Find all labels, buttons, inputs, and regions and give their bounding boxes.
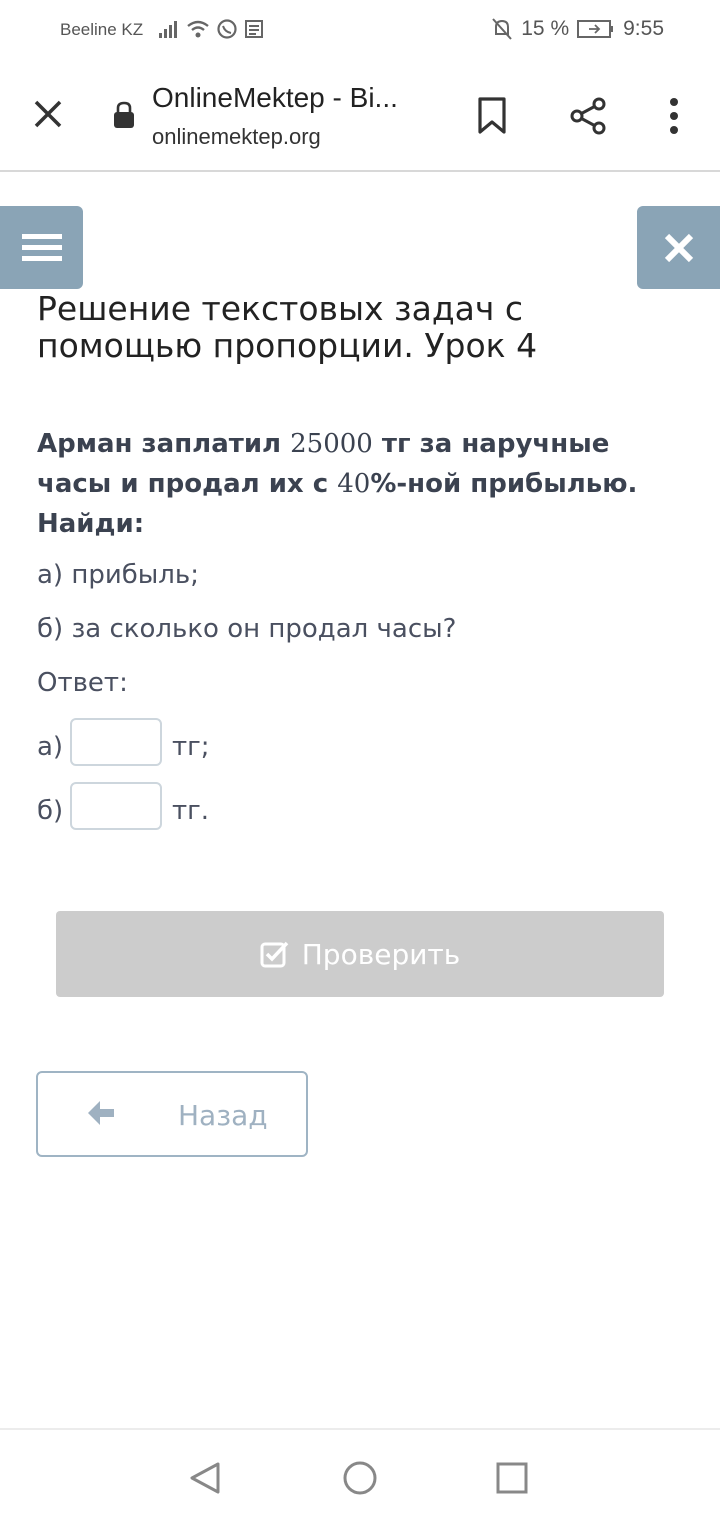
- task-item-b: б) за сколько он продал часы?: [37, 614, 457, 644]
- signal-icon: [159, 21, 177, 38]
- arrow-left-icon: [88, 1101, 114, 1125]
- nav-back-icon[interactable]: [186, 1458, 226, 1498]
- close-tab-button[interactable]: [28, 94, 68, 134]
- status-icons-left: [158, 18, 264, 40]
- check-button-label: Проверить: [301, 937, 461, 971]
- checkbox-check-icon: [260, 941, 289, 968]
- hamburger-icon: [21, 233, 62, 261]
- nav-recents-icon[interactable]: [492, 1458, 532, 1498]
- more-options-button[interactable]: [650, 92, 698, 140]
- answer-a-input[interactable]: [70, 718, 162, 766]
- wifi-icon: [187, 20, 209, 38]
- answer-a-unit: тг;: [172, 732, 210, 762]
- whatsapp-icon: [217, 19, 237, 39]
- page-url[interactable]: onlinemektep.org: [152, 124, 321, 150]
- back-button-label: Назад: [178, 1099, 268, 1132]
- close-icon: [34, 100, 62, 128]
- answer-b-input[interactable]: [70, 782, 162, 830]
- browser-toolbar: OnlineMektep - Bi... onlinemektep.org: [0, 62, 720, 172]
- close-icon: [664, 233, 693, 262]
- answer-label: Ответ:: [37, 668, 128, 698]
- battery-icon: [577, 20, 614, 38]
- lock-icon: [114, 101, 134, 128]
- status-bar: Beeline KZ 15 % 9:55: [0, 0, 720, 62]
- news-icon: [245, 20, 263, 38]
- share-icon: [570, 97, 606, 135]
- page-title: OnlineMektep - Bi...: [152, 82, 398, 113]
- bookmark-button[interactable]: [468, 92, 516, 140]
- status-icons-right: 15 % 9:55: [491, 17, 664, 41]
- more-vert-icon: [670, 98, 678, 134]
- bookmark-icon: [478, 97, 506, 134]
- share-button[interactable]: [564, 92, 612, 140]
- task-text-1: Арман заплатил: [37, 429, 291, 459]
- system-nav-bar: [0, 1428, 720, 1520]
- task-statement: Арман заплатил 25000 тг за наручные часы…: [37, 424, 677, 544]
- answer-a-prefix: а): [37, 732, 64, 762]
- clock: 9:55: [623, 17, 664, 40]
- answer-b-prefix: б): [37, 796, 64, 826]
- back-button[interactable]: Назад: [36, 1071, 308, 1157]
- check-button[interactable]: Проверить: [56, 911, 664, 997]
- task-number-percent: 40: [337, 469, 371, 499]
- nav-home-icon[interactable]: [340, 1458, 380, 1498]
- lesson-title: Решение текстовых задач с помощью пропор…: [37, 289, 538, 365]
- task-number-price: 25000: [290, 429, 373, 459]
- close-lesson-button[interactable]: [637, 206, 720, 289]
- task-item-a: а) прибыль;: [37, 560, 200, 590]
- answer-b-unit: тг.: [172, 796, 210, 826]
- menu-button[interactable]: [0, 206, 83, 289]
- battery-percent: 15 %: [521, 17, 570, 40]
- carrier-name: Beeline KZ: [60, 20, 144, 39]
- mute-bell-icon: [492, 18, 512, 40]
